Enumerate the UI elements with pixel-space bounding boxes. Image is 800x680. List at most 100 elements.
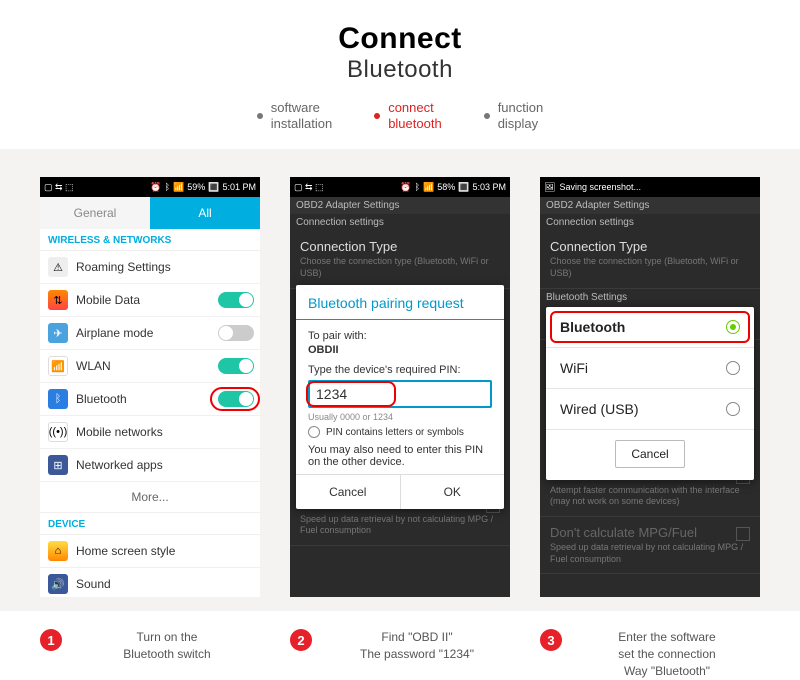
screenshots-row: ▢ ⇆ ⬚ ⏰ ᛒ 📶 59% 🔳 5:01 PM General All WI…: [0, 149, 800, 611]
status-bar: 🖼 Saving screenshot...: [540, 177, 760, 197]
captions-row: 1 Turn on the Bluetooth switch 2 Find "O…: [0, 611, 800, 679]
section-device: DEVICE: [40, 513, 260, 535]
step-number-badge: 2: [290, 629, 312, 651]
status-bar: ▢ ⇆ ⬚ ⏰ ᛒ 📶 59% 🔳 5:01 PM: [40, 177, 260, 197]
row-networked-apps-label: Networked apps: [76, 458, 254, 472]
faster-desc: Attempt faster communication with the in…: [550, 485, 750, 508]
row-sound[interactable]: 🔊 Sound: [40, 568, 260, 597]
screen-header: OBD2 Adapter Settings: [540, 197, 760, 214]
row-networked-apps[interactable]: ⊞ Networked apps: [40, 449, 260, 482]
phone-2: ▢ ⇆ ⬚ ⏰ ᛒ 📶 58% 🔳 5:03 PM OBD2 Adapter S…: [290, 177, 510, 597]
option-wifi[interactable]: WiFi: [546, 348, 754, 389]
steps-nav: softwareinstallation connectbluetooth fu…: [0, 100, 800, 131]
row-roaming[interactable]: ⚠ Roaming Settings: [40, 251, 260, 284]
battery-icon: 🔳: [208, 182, 219, 193]
section-sub: Connection settings: [290, 214, 510, 231]
step-number-badge: 3: [540, 629, 562, 651]
highlight-ring: [550, 311, 750, 343]
mobile-data-icon: ⇅: [48, 290, 68, 310]
option-wired[interactable]: Wired (USB): [546, 389, 754, 430]
cancel-button[interactable]: Cancel: [296, 475, 401, 509]
tab-all[interactable]: All: [150, 197, 260, 229]
caption-1: 1 Turn on the Bluetooth switch: [40, 629, 260, 679]
saving-status: 🖼 Saving screenshot...: [544, 182, 641, 193]
home-icon: ⌂: [48, 541, 68, 561]
section-wireless: WIRELESS & NETWORKS: [40, 229, 260, 251]
dot-icon: [484, 113, 490, 119]
dot-icon: [374, 113, 380, 119]
caption-2: 2 Find "OBD II" The password "1234": [290, 629, 510, 679]
nav-step-2[interactable]: connectbluetooth: [374, 100, 442, 131]
pair-with-label: To pair with:: [308, 330, 367, 342]
cancel-button[interactable]: Cancel: [615, 440, 685, 468]
nav-step-3-l1: function: [498, 100, 544, 115]
caption-3: 3 Enter the software set the connection …: [540, 629, 760, 679]
time-text: 5:01 PM: [222, 182, 256, 192]
nav-step-1-l2: installation: [271, 116, 332, 131]
wlan-toggle[interactable]: [218, 358, 254, 374]
radio-icon: [726, 361, 740, 375]
pairing-modal: Bluetooth pairing request To pair with: …: [296, 285, 504, 509]
signal-icon: 📶: [423, 182, 434, 193]
highlight-ring: [306, 381, 396, 407]
row-mobile-networks[interactable]: ((•)) Mobile networks: [40, 416, 260, 449]
row-airplane[interactable]: ✈ Airplane mode: [40, 317, 260, 350]
dont-calc-desc: Speed up data retrieval by not calculati…: [300, 514, 500, 537]
airplane-toggle[interactable]: [218, 325, 254, 341]
panel-connection-type[interactable]: Connection Type Choose the connection ty…: [290, 231, 510, 288]
nav-step-3-l2: display: [498, 116, 538, 131]
status-left-icons: ▢ ⇆ ⬚: [294, 182, 324, 193]
mobile-data-toggle[interactable]: [218, 292, 254, 308]
panel-connection-type[interactable]: Connection Type Choose the connection ty…: [540, 231, 760, 288]
option-bluetooth[interactable]: Bluetooth: [546, 307, 754, 348]
status-bar: ▢ ⇆ ⬚ ⏰ ᛒ 📶 58% 🔳 5:03 PM: [290, 177, 510, 197]
row-bluetooth-label: Bluetooth: [76, 392, 218, 406]
conn-type-desc: Choose the connection type (Bluetooth, W…: [300, 256, 500, 279]
row-mobile-data-label: Mobile Data: [76, 293, 218, 307]
status-right: ⏰ ᛒ 📶 59% 🔳 5:01 PM: [150, 182, 256, 193]
row-wlan[interactable]: 📶 WLAN: [40, 350, 260, 383]
radio-icon: [726, 402, 740, 416]
row-mobile-networks-label: Mobile networks: [76, 425, 254, 439]
dont-calc-title: Don't calculate MPG/Fuel: [550, 525, 750, 540]
row-airplane-label: Airplane mode: [76, 326, 218, 340]
alarm-icon: ⏰: [150, 182, 161, 193]
tab-general[interactable]: General: [40, 197, 150, 229]
airplane-icon: ✈: [48, 323, 68, 343]
row-home-style[interactable]: ⌂ Home screen style: [40, 535, 260, 568]
image-icon: 🖼: [544, 182, 555, 193]
pin-letters-checkbox[interactable]: PIN contains letters or symbols: [308, 426, 492, 438]
panel-dont-calc[interactable]: Don't calculate MPG/Fuel Speed up data r…: [540, 517, 760, 574]
settings-tabs: General All: [40, 197, 260, 229]
conn-type-title: Connection Type: [300, 239, 500, 254]
checkbox-icon[interactable]: [736, 527, 750, 541]
saving-text: Saving screenshot...: [559, 182, 641, 192]
row-roaming-label: Roaming Settings: [76, 260, 254, 274]
hero-title-main: Connect: [0, 22, 800, 56]
apps-icon: ⊞: [48, 455, 68, 475]
more-button[interactable]: More...: [40, 482, 260, 513]
bluetooth-icon: ᛒ: [48, 389, 68, 409]
row-wlan-label: WLAN: [76, 359, 218, 373]
caption-1-text: Turn on the Bluetooth switch: [74, 629, 260, 663]
nav-step-1[interactable]: softwareinstallation: [257, 100, 332, 131]
ok-button[interactable]: OK: [401, 475, 505, 509]
roaming-icon: ⚠: [48, 257, 68, 277]
pair-with: To pair with: OBDII: [308, 330, 492, 356]
row-sound-label: Sound: [76, 577, 254, 591]
screen-header: OBD2 Adapter Settings: [290, 197, 510, 214]
dot-icon: [257, 113, 263, 119]
bluetooth-icon: ᛒ: [415, 182, 420, 192]
bt-settings-sub: Bluetooth Settings: [540, 289, 760, 306]
pin-hint: Usually 0000 or 1234: [308, 412, 492, 422]
status-right: ⏰ ᛒ 📶 58% 🔳 5:03 PM: [400, 182, 506, 193]
signal-icon: 📶: [173, 182, 184, 193]
bluetooth-icon: ᛒ: [165, 182, 170, 192]
modal-title: Bluetooth pairing request: [296, 285, 504, 320]
wifi-icon: 📶: [48, 356, 68, 376]
nav-step-2-l2: bluetooth: [388, 116, 442, 131]
status-left-icons: ▢ ⇆ ⬚: [44, 182, 74, 193]
row-bluetooth[interactable]: ᛒ Bluetooth: [40, 383, 260, 416]
row-mobile-data[interactable]: ⇅ Mobile Data: [40, 284, 260, 317]
nav-step-3[interactable]: functiondisplay: [484, 100, 544, 131]
